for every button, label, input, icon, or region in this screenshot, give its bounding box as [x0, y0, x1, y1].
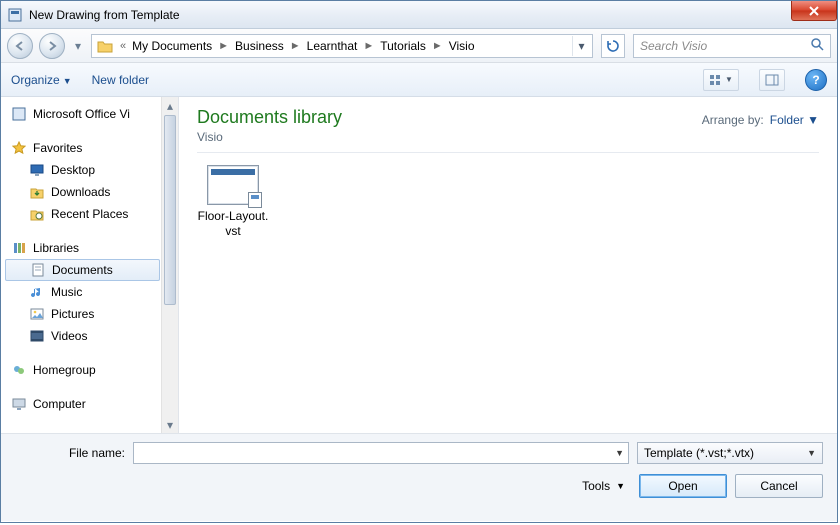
divider — [197, 152, 819, 153]
libraries-icon — [11, 240, 27, 256]
dialog-window: New Drawing from Template ▾ « My Documen… — [0, 0, 838, 523]
file-item[interactable]: Floor-Layout.vst — [197, 165, 269, 239]
homegroup-icon — [11, 362, 27, 378]
downloads-icon — [29, 184, 45, 200]
sidebar-item-desktop[interactable]: Desktop — [5, 159, 160, 181]
app-icon — [7, 7, 23, 23]
library-subtitle: Visio — [197, 130, 342, 144]
chevron-right-icon[interactable]: ► — [428, 40, 447, 52]
breadcrumb[interactable]: « My Documents ► Business ► Learnthat ► … — [91, 34, 593, 58]
nav-bar: ▾ « My Documents ► Business ► Learnthat … — [1, 29, 837, 63]
library-title: Documents library — [197, 107, 342, 128]
breadcrumb-overflow[interactable]: « — [116, 40, 130, 52]
desktop-icon — [29, 162, 45, 178]
filename-label: File name: — [15, 446, 125, 460]
organize-button[interactable]: Organize▼ — [11, 73, 72, 87]
document-icon — [30, 262, 46, 278]
chevron-right-icon[interactable]: ► — [286, 40, 305, 52]
chevron-right-icon[interactable]: ► — [359, 40, 378, 52]
music-icon — [29, 284, 45, 300]
videos-icon — [29, 328, 45, 344]
scrollbar-thumb[interactable] — [164, 115, 176, 305]
arrange-label: Arrange by: — [702, 113, 764, 127]
chevron-down-icon[interactable]: ▼ — [615, 448, 624, 458]
search-placeholder: Search Visio — [640, 39, 707, 53]
sidebar-item-music[interactable]: Music — [5, 281, 160, 303]
main-pane: Documents library Visio Arrange by: Fold… — [179, 97, 837, 433]
file-filter-dropdown[interactable]: Template (*.vst;*.vtx) ▼ — [637, 442, 823, 464]
back-button[interactable] — [7, 33, 33, 59]
search-icon — [810, 37, 824, 54]
sidebar-item-downloads[interactable]: Downloads — [5, 181, 160, 203]
pictures-icon — [29, 306, 45, 322]
sidebar-item-computer[interactable]: Computer — [5, 393, 160, 415]
cancel-button[interactable]: Cancel — [735, 474, 823, 498]
footer: File name: ▼ Template (*.vst;*.vtx) ▼ To… — [1, 433, 837, 521]
nav-tree: Microsoft Office Vi Favorites Desktop Do… — [1, 103, 178, 415]
sidebar-item-office[interactable]: Microsoft Office Vi — [5, 103, 160, 125]
breadcrumb-item[interactable]: My Documents — [130, 39, 214, 53]
forward-button[interactable] — [39, 33, 65, 59]
sidebar: Microsoft Office Vi Favorites Desktop Do… — [1, 97, 179, 433]
preview-pane-button[interactable] — [759, 69, 785, 91]
breadcrumb-item[interactable]: Business — [233, 39, 286, 53]
open-button[interactable]: Open — [639, 474, 727, 498]
recent-icon — [29, 206, 45, 222]
tools-button[interactable]: Tools▼ — [582, 479, 625, 493]
close-button[interactable] — [791, 1, 837, 21]
computer-icon — [11, 396, 27, 412]
breadcrumb-dropdown[interactable]: ▾ — [572, 36, 590, 56]
visio-icon — [11, 106, 27, 122]
folder-icon — [96, 37, 114, 55]
new-folder-button[interactable]: New folder — [92, 73, 149, 87]
sidebar-scrollbar[interactable]: ▴ ▾ — [161, 97, 178, 433]
search-input[interactable]: Search Visio — [633, 34, 831, 58]
refresh-button[interactable] — [601, 34, 625, 58]
toolbar: Organize▼ New folder ▼ ? — [1, 63, 837, 97]
scroll-down-icon[interactable]: ▾ — [162, 416, 178, 433]
star-icon — [11, 140, 27, 156]
titlebar[interactable]: New Drawing from Template — [1, 1, 837, 29]
scroll-up-icon[interactable]: ▴ — [162, 97, 178, 114]
window-buttons — [791, 1, 837, 21]
sidebar-group-favorites[interactable]: Favorites — [5, 137, 160, 159]
filename-input[interactable]: ▼ — [133, 442, 629, 464]
breadcrumb-item[interactable]: Learnthat — [305, 39, 360, 53]
sidebar-item-videos[interactable]: Videos — [5, 325, 160, 347]
file-thumbnail — [207, 165, 259, 205]
recent-locations-button[interactable]: ▾ — [71, 33, 85, 59]
sidebar-item-documents[interactable]: Documents — [5, 259, 160, 281]
chevron-right-icon[interactable]: ► — [214, 40, 233, 52]
view-options-button[interactable]: ▼ — [703, 69, 739, 91]
sidebar-item-homegroup[interactable]: Homegroup — [5, 359, 160, 381]
sidebar-item-recent[interactable]: Recent Places — [5, 203, 160, 225]
sidebar-item-pictures[interactable]: Pictures — [5, 303, 160, 325]
breadcrumb-item[interactable]: Tutorials — [378, 39, 428, 53]
file-name: Floor-Layout.vst — [197, 209, 269, 239]
chevron-down-icon[interactable]: ▼ — [807, 448, 816, 458]
window-title: New Drawing from Template — [29, 8, 180, 22]
help-button[interactable]: ? — [805, 69, 827, 91]
arrange-by[interactable]: Arrange by: Folder ▼ — [702, 107, 819, 127]
sidebar-group-libraries[interactable]: Libraries — [5, 237, 160, 259]
body: Microsoft Office Vi Favorites Desktop Do… — [1, 97, 837, 433]
breadcrumb-item[interactable]: Visio — [447, 39, 477, 53]
